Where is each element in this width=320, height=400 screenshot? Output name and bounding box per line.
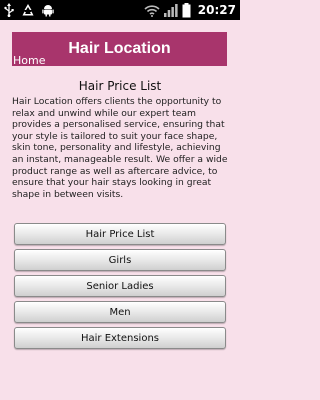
recycle-icon [21,2,35,18]
page-title: Hair Price List [78,79,162,93]
android-robot-icon [42,2,54,18]
usb-icon [4,2,14,18]
wifi-icon [144,2,160,18]
app-header: Hair Location Home [12,32,227,67]
girls-button[interactable]: Girls [14,249,226,271]
home-link[interactable]: Home [12,54,45,67]
men-button[interactable]: Men [14,301,226,323]
intro-text: Hair Location offers clients the opportu… [12,96,228,200]
menu-list: Hair Price List Girls Senior Ladies Men … [14,223,226,349]
hair-extensions-button[interactable]: Hair Extensions [14,327,226,349]
status-bar: 20:27 [0,0,240,20]
battery-icon [182,2,191,18]
status-time: 20:27 [197,3,236,17]
notification-icons [4,2,54,18]
hair-price-list-button[interactable]: Hair Price List [14,223,226,245]
system-icons: 20:27 [144,2,236,18]
signal-icon [163,2,178,18]
senior-ladies-button[interactable]: Senior Ladies [14,275,226,297]
